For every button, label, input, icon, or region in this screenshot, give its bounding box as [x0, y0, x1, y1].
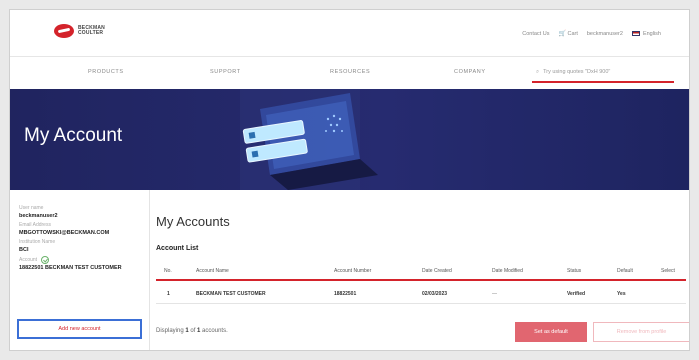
search-icon: ⌕ — [536, 69, 540, 75]
account-sidebar: User name beckmanuser2 Email Address MBG… — [10, 190, 150, 350]
us-flag-icon — [631, 30, 640, 36]
account-label-row: Account — [19, 256, 149, 264]
utility-links: Contact Us 🛒 Cart beckmanuser2 English — [522, 30, 661, 38]
search-placeholder: Try using quotes "DxH 900" — [543, 69, 611, 75]
username-value: beckmanuser2 — [19, 213, 58, 219]
col-default: Default — [617, 268, 633, 274]
email-label: Email Address — [19, 222, 51, 228]
main-content: My Accounts Account List No. Account Nam… — [156, 190, 689, 350]
cell-default: Yes — [617, 291, 626, 297]
hero-banner: My Account — [10, 89, 689, 190]
logo-mark-icon — [54, 24, 74, 38]
col-status: Status — [567, 268, 582, 274]
cell-date-modified: — — [492, 291, 497, 297]
cart-label: Cart — [567, 31, 578, 37]
col-no: No. — [164, 268, 172, 274]
nav-support[interactable]: SUPPORT — [210, 69, 241, 75]
page-frame: BECKMAN COULTER Contact Us 🛒 Cart beckma… — [9, 9, 690, 351]
username-label: User name — [19, 205, 44, 211]
search-input[interactable]: ⌕ Try using quotes "DxH 900" — [532, 63, 674, 83]
section-title: My Accounts — [156, 214, 230, 229]
cell-date-created: 02/03/2023 — [422, 291, 448, 297]
brand-logo[interactable]: BECKMAN COULTER — [54, 24, 105, 38]
page-title: My Account — [24, 125, 123, 146]
laptop-login-illustration — [240, 89, 378, 190]
col-account-number: Account Number — [334, 268, 372, 274]
cart-icon: 🛒 — [558, 31, 566, 37]
language-label: English — [642, 30, 661, 37]
table-row[interactable]: 1 BECKMAN TEST CUSTOMER 18822501 02/03/2… — [156, 282, 686, 304]
footer-suffix: accounts. — [200, 328, 228, 334]
account-list-title: Account List — [156, 245, 199, 252]
nav-products[interactable]: PRODUCTS — [88, 69, 124, 75]
set-default-button[interactable]: Set as default — [515, 322, 587, 342]
footer-mid: of — [188, 328, 198, 334]
verified-check-icon — [41, 256, 50, 264]
cell-status: Verified — [567, 291, 586, 297]
logo-text-line2: COULTER — [78, 30, 104, 36]
nav-resources[interactable]: RESOURCES — [330, 69, 370, 75]
cart-link[interactable]: 🛒 Cart — [558, 30, 577, 37]
top-bar: BECKMAN COULTER Contact Us 🛒 Cart beckma… — [10, 10, 689, 56]
institution-label: Institution Name — [19, 239, 56, 245]
pagination-summary: Displaying 1 of 1 accounts. — [156, 328, 228, 334]
contact-link[interactable]: Contact Us — [522, 31, 549, 37]
add-account-button[interactable]: Add new account — [17, 319, 142, 339]
col-date-modified: Date Modified — [492, 268, 523, 274]
col-account-name: Account Name — [196, 268, 229, 274]
cell-account-number: 18822501 — [334, 291, 357, 297]
user-menu[interactable]: beckmanuser2 — [587, 31, 623, 37]
institution-value: BCI — [19, 247, 29, 253]
footer-prefix: Displaying — [156, 328, 186, 334]
nav-company[interactable]: COMPANY — [454, 69, 486, 75]
cell-no: 1 — [167, 291, 170, 297]
remove-from-profile-button[interactable]: Remove from profile — [593, 322, 689, 342]
email-value: MBGOTTOWSKI@BECKMAN.COM — [19, 230, 110, 236]
account-label: Account — [19, 256, 38, 263]
main-nav: PRODUCTS SUPPORT RESOURCES COMPANY ⌕ Try … — [10, 56, 689, 88]
col-date-created: Date Created — [422, 268, 452, 274]
language-selector[interactable]: English — [631, 30, 661, 37]
cell-account-name: BECKMAN TEST CUSTOMER — [196, 291, 266, 297]
col-select: Select — [661, 268, 675, 274]
table-header: No. Account Name Account Number Date Cre… — [156, 261, 686, 281]
account-value: 18822501 BECKMAN TEST CUSTOMER — [19, 265, 122, 271]
